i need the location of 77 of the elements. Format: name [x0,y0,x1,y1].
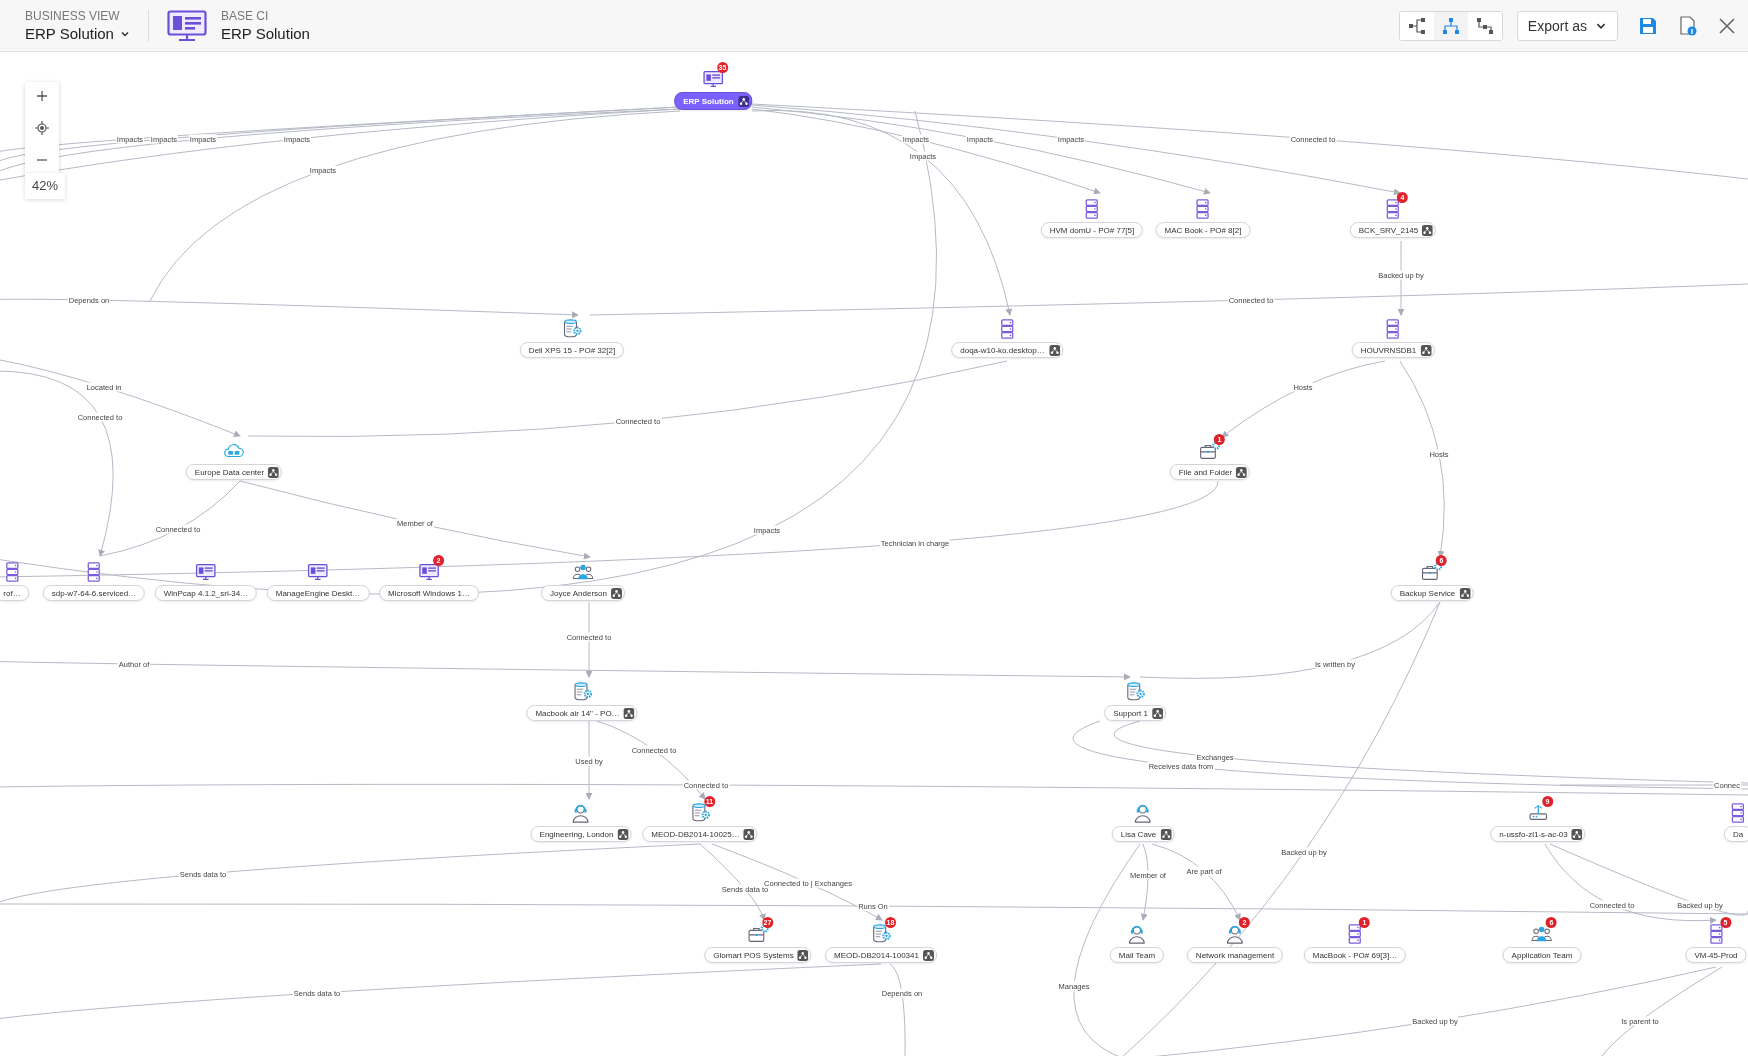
view-dropdown[interactable]: ERP Solution [25,25,130,42]
node-label[interactable]: Dell XPS 15 - PO# 32[2] [519,342,625,358]
node-label[interactable]: ManageEngine Deskt… [266,585,370,601]
document-info-icon[interactable] [1678,15,1698,36]
database-gear-icon [689,802,711,824]
hierarchy-icon[interactable] [922,949,934,961]
view-label: BUSINESS VIEW [25,9,121,23]
node-label[interactable]: Support 1 [1104,705,1166,721]
hierarchy-icon[interactable] [1160,828,1172,840]
node-label[interactable]: ERP Solution [674,92,752,110]
hierarchy-icon[interactable] [743,828,755,840]
monitor-icon [307,561,329,583]
hierarchy-icon[interactable] [1420,344,1432,356]
node-label[interactable]: HVM domU - PO# 77[5] [1040,222,1144,238]
node-label[interactable]: WinPcap 4.1.2_sri-34… [154,585,258,601]
ci-name: ERP Solution [220,25,310,42]
node-label[interactable]: sdp-w7-64-6.serviced… [42,585,146,601]
branch-tree-icon [1475,16,1494,35]
node-label[interactable]: VM-45-Prod [1685,947,1747,963]
node-label[interactable]: Engineering, London [530,826,632,842]
node-label[interactable]: MAC Book - PO# 8[2] [1155,222,1251,238]
hierarchy-icon[interactable] [610,587,622,599]
monitor-icon [702,68,724,90]
headset-person-icon [1126,923,1148,945]
node-label[interactable]: Europe Data center [185,464,283,480]
node-label[interactable]: rof… [0,585,30,601]
node-label[interactable]: doqa-w10-ko.desktop… [951,342,1063,358]
monitor-icon [418,561,440,583]
hierarchy-icon[interactable] [268,466,280,478]
hierarchy-icon[interactable] [737,95,749,107]
hierarchy-icon[interactable] [1151,707,1163,719]
horizontal-tree-icon [1407,16,1426,35]
ci-label: BASE CI [220,9,270,23]
node-label[interactable]: Network management [1186,947,1284,963]
monitor-icon [166,9,207,42]
node-label[interactable]: Lisa Cave [1111,826,1175,842]
node-label[interactable]: Joyce Anderson [541,585,625,601]
headset-person-icon [1224,923,1246,945]
layout-button[interactable] [1433,11,1468,40]
node-label[interactable]: BCK_SRV_2145 [1349,222,1437,238]
hierarchy-icon[interactable] [1048,344,1060,356]
node-label[interactable]: Application Team [1502,947,1582,963]
node-label[interactable]: Glomart POS Systems [704,947,812,963]
node-label[interactable]: Mail Team [1109,947,1165,963]
hierarchy-icon[interactable] [1236,466,1248,478]
node-label[interactable]: Backup Service [1390,585,1474,601]
headset-person-icon [570,802,592,824]
hierarchy-icon[interactable] [623,707,635,719]
hierarchy-icon[interactable] [617,828,629,840]
database-gear-icon [571,681,593,703]
hierarchy-icon[interactable] [1422,224,1434,236]
node-label[interactable]: Macbook air 14" - PO… [526,705,638,721]
node-label[interactable]: File and Folder [1169,464,1251,480]
briefcase-gear-icon [747,923,769,945]
briefcase-gear-icon [1199,440,1221,462]
hierarchy-icon[interactable] [797,949,809,961]
node-label[interactable]: n-ussfo-zl1-s-ac-03 [1490,826,1586,842]
locate-icon[interactable] [35,118,49,138]
headset-person-icon [1132,802,1154,824]
node-label[interactable]: Da [1723,826,1748,842]
database-gear-icon [1124,681,1146,703]
node-label[interactable]: MacBook - PO# 69[3]… [1303,947,1407,963]
hierarchy-icon[interactable] [1571,828,1583,840]
close-icon[interactable] [1718,16,1736,35]
vertical-tree-icon [1441,16,1460,35]
save-icon[interactable] [1638,15,1658,36]
node-label[interactable]: MEOD-DB2014-10025… [642,826,758,842]
zoom-level: 42% [25,173,65,199]
hierarchy-icon[interactable] [1459,587,1471,599]
database-gear-icon [561,318,583,340]
node-label[interactable]: HOUVRNSDB1 [1351,342,1435,358]
export-dropdown[interactable]: Export as [1516,10,1618,41]
node-label[interactable]: Microsoft Windows 1… [379,585,479,601]
monitor-icon [195,561,217,583]
briefcase-gear-icon [1421,561,1443,583]
node-label[interactable]: MEOD-DB2014-100341 [825,947,937,963]
database-gear-icon [870,923,892,945]
